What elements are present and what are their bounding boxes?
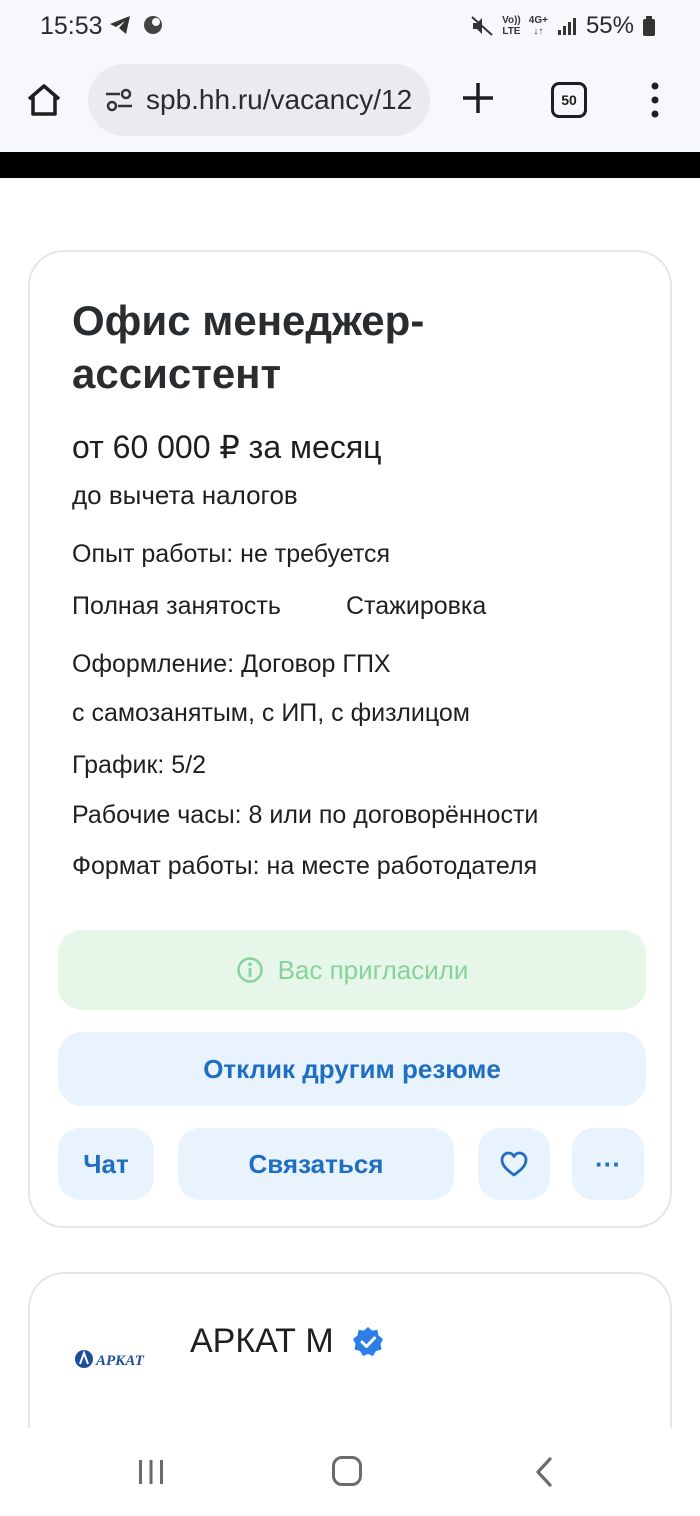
status-time: 15:53: [40, 12, 103, 40]
telegram-icon: [110, 16, 130, 34]
company-logo: АРКАТ: [75, 1350, 145, 1369]
favorite-button[interactable]: [478, 1128, 550, 1200]
chat-button[interactable]: Чат: [58, 1128, 154, 1200]
back-icon[interactable]: [534, 1456, 554, 1488]
company-name[interactable]: АРКАТ М: [190, 1322, 334, 1361]
new-tab-icon[interactable]: [460, 80, 496, 116]
browser-toolbar: spb.hh.ru/vacancy/12 50: [0, 56, 700, 152]
app-notification-icon: [144, 16, 162, 34]
battery-percent: 55%: [585, 12, 634, 39]
contact-button[interactable]: Связаться: [178, 1128, 454, 1200]
signal-icon: [557, 18, 576, 35]
contract-type: Оформление: Договор ГПХ: [72, 650, 391, 678]
vacancy-salary: от 60 000 ₽ за месяц: [72, 429, 382, 465]
home-icon[interactable]: [24, 80, 64, 120]
more-actions-button[interactable]: ···: [572, 1128, 644, 1200]
battery-icon: [643, 16, 655, 36]
home-nav-icon[interactable]: [332, 1456, 362, 1486]
respond-other-resume-button[interactable]: Отклик другим резюме: [58, 1032, 646, 1106]
salary-note: до вычета налогов: [72, 480, 298, 510]
recent-apps-icon[interactable]: [136, 1458, 166, 1486]
mute-icon: [471, 16, 493, 36]
heart-icon: [500, 1151, 528, 1177]
status-bar: 15:53 Vo)) LTE 4G+ ↓↑ 55%: [0, 0, 700, 56]
info-icon: [236, 957, 263, 983]
employment-intern: Стажировка: [346, 592, 487, 620]
svg-text:АРКАТ: АРКАТ: [95, 1353, 145, 1369]
employment-full: Полная занятость: [72, 592, 281, 620]
site-settings-icon[interactable]: [104, 87, 134, 113]
tab-switcher-button[interactable]: 50: [551, 82, 587, 118]
contract-details: с самозанятым, с ИП, с физлицом: [72, 699, 470, 727]
schedule: График: 5/2: [72, 751, 207, 779]
address-bar[interactable]: spb.hh.ru/vacancy/12: [88, 64, 430, 136]
more-vert-icon[interactable]: [640, 78, 670, 122]
invited-status: Вас пригласили: [58, 930, 646, 1010]
volte-indicator: Vo)) LTE: [502, 15, 521, 37]
url-text[interactable]: spb.hh.ru/vacancy/12: [146, 84, 412, 116]
working-hours: Рабочие часы: 8 или по договорённости: [72, 801, 539, 829]
experience: Опыт работы: не требуется: [72, 540, 391, 568]
data-type-indicator: 4G+ ↓↑: [528, 15, 548, 37]
invited-label: Вас пригласили: [277, 954, 469, 985]
work-format: Формат работы: на месте работодателя: [72, 852, 538, 880]
system-nav-bar: [0, 1428, 700, 1516]
verified-badge-icon: [353, 1327, 383, 1356]
notification-icons: [108, 14, 164, 36]
vacancy-card: Офис менеджер-ассистент от 60 000 ₽ за м…: [28, 250, 672, 1228]
page-header-band: [0, 152, 700, 178]
vacancy-title: Офис менеджер-ассистент: [72, 297, 425, 397]
status-right: Vo)) LTE 4G+ ↓↑ 55%: [470, 12, 656, 40]
